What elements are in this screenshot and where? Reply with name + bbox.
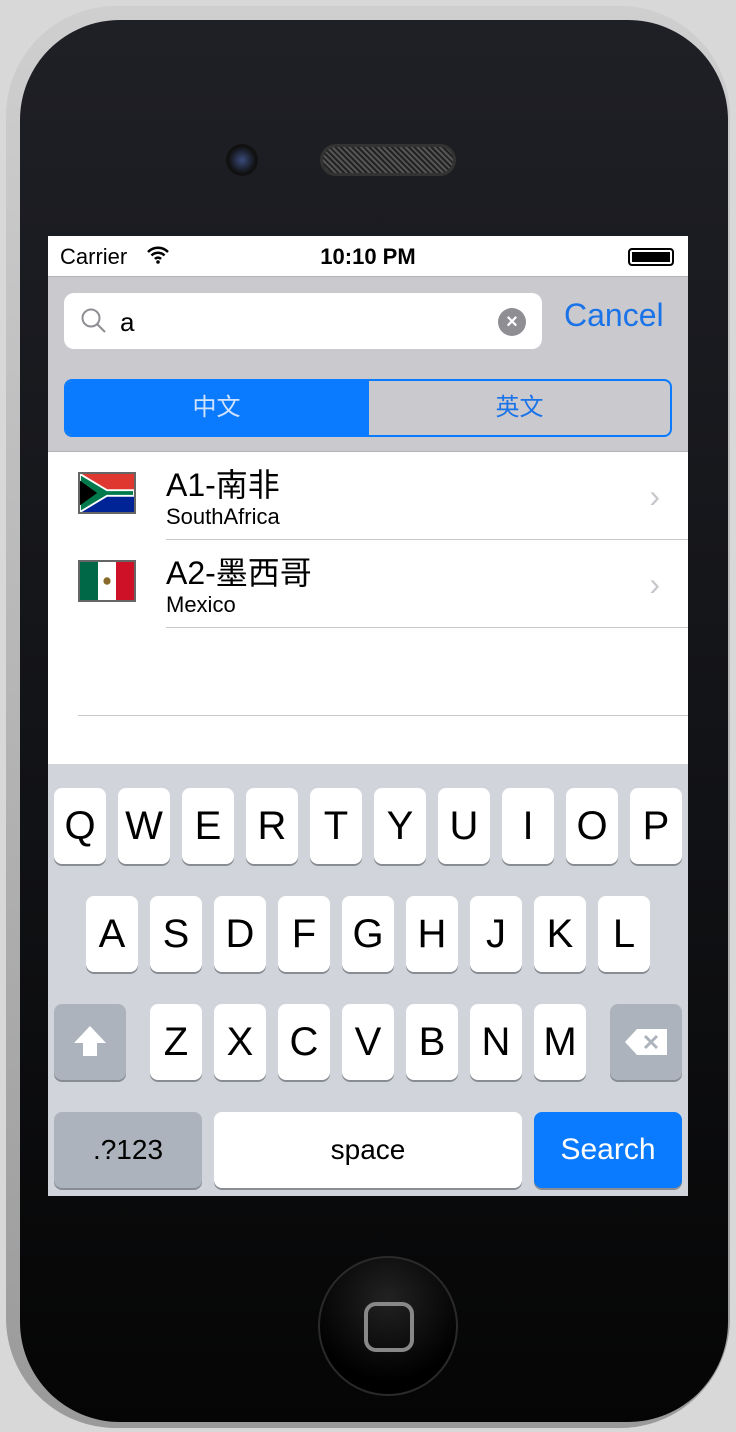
separator: [166, 627, 688, 628]
clock: 10:10 PM: [320, 244, 416, 269]
space-key[interactable]: space: [214, 1112, 522, 1188]
delete-key[interactable]: [610, 1004, 682, 1080]
separator: [78, 715, 688, 716]
key-j[interactable]: J: [470, 896, 522, 972]
list-item[interactable]: A1-南非 SouthAfrica ›: [48, 452, 688, 540]
chevron-right-icon: ›: [649, 478, 660, 514]
key-h[interactable]: H: [406, 896, 458, 972]
key-m[interactable]: M: [534, 1004, 586, 1080]
key-f[interactable]: F: [278, 896, 330, 972]
search-icon: [81, 308, 106, 333]
language-segmented-control: 中文 英文: [64, 379, 672, 437]
item-title: A2-墨西哥: [166, 555, 312, 591]
key-l[interactable]: L: [598, 896, 650, 972]
key-p[interactable]: P: [630, 788, 682, 864]
shift-key[interactable]: [54, 1004, 126, 1080]
key-e[interactable]: E: [182, 788, 234, 864]
key-z[interactable]: Z: [150, 1004, 202, 1080]
key-y[interactable]: Y: [374, 788, 426, 864]
key-t[interactable]: T: [310, 788, 362, 864]
numbers-key[interactable]: .?123: [54, 1112, 202, 1188]
item-subtitle: Mexico: [166, 592, 236, 617]
key-c[interactable]: C: [278, 1004, 330, 1080]
list-item[interactable]: A2-墨西哥 Mexico ›: [48, 540, 688, 628]
keyboard: .?123 space Search QWERTYUIOP ASDFGHJKL ZX…: [48, 764, 688, 1196]
key-g[interactable]: G: [342, 896, 394, 972]
clear-icon[interactable]: ×: [498, 308, 526, 336]
key-s[interactable]: S: [150, 896, 202, 972]
battery-icon: [628, 248, 674, 266]
search-value: a: [120, 307, 135, 337]
key-k[interactable]: K: [534, 896, 586, 972]
shift-icon: [74, 1026, 106, 1056]
screen: Carrier 10:10 PM a × Cancel 中文 英文 A1-南非 …: [48, 236, 688, 1196]
key-n[interactable]: N: [470, 1004, 522, 1080]
key-q[interactable]: Q: [54, 788, 106, 864]
key-b[interactable]: B: [406, 1004, 458, 1080]
search-key[interactable]: Search: [534, 1112, 682, 1188]
key-i[interactable]: I: [502, 788, 554, 864]
segment-chinese[interactable]: 中文: [66, 381, 367, 435]
key-r[interactable]: R: [246, 788, 298, 864]
key-w[interactable]: W: [118, 788, 170, 864]
key-d[interactable]: D: [214, 896, 266, 972]
status-bar: Carrier 10:10 PM: [48, 236, 688, 276]
key-v[interactable]: V: [342, 1004, 394, 1080]
item-title: A1-南非: [166, 467, 280, 503]
chevron-right-icon: ›: [649, 566, 660, 602]
cancel-button[interactable]: Cancel: [564, 297, 664, 334]
home-button[interactable]: [318, 1256, 458, 1396]
item-subtitle: SouthAfrica: [166, 504, 280, 529]
speaker: [320, 144, 456, 176]
camera: [226, 144, 258, 176]
mexico-flag-icon: [78, 560, 136, 602]
backspace-icon: [625, 1029, 667, 1055]
key-a[interactable]: A: [86, 896, 138, 972]
key-o[interactable]: O: [566, 788, 618, 864]
key-u[interactable]: U: [438, 788, 490, 864]
key-x[interactable]: X: [214, 1004, 266, 1080]
search-bar: a × Cancel 中文 英文: [48, 276, 688, 452]
segment-english[interactable]: 英文: [367, 381, 670, 435]
south-africa-flag-icon: [78, 472, 136, 514]
search-input[interactable]: a ×: [64, 293, 542, 349]
